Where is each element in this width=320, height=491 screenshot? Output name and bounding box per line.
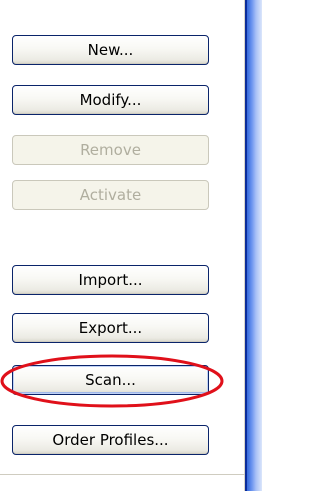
remove-button[interactable]: Remove: [12, 135, 209, 165]
activate-button[interactable]: Activate: [12, 180, 209, 210]
new-button[interactable]: New...: [12, 35, 209, 65]
import-button[interactable]: Import...: [12, 265, 209, 295]
profile-button-panel: New... Modify... Remove Activate Import.…: [0, 0, 245, 491]
panel-bottom-divider: [0, 474, 245, 475]
order-profiles-button[interactable]: Order Profiles...: [12, 425, 209, 455]
scan-button[interactable]: Scan...: [12, 365, 209, 395]
export-button[interactable]: Export...: [12, 313, 209, 343]
modify-button[interactable]: Modify...: [12, 85, 209, 115]
window-frame-edge: [245, 0, 262, 491]
